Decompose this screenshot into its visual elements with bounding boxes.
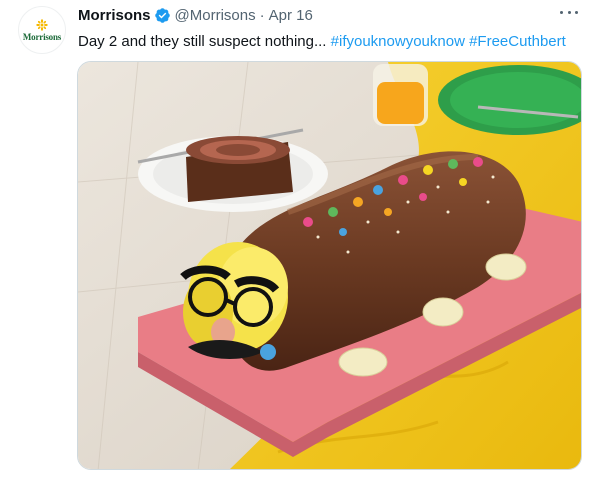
author-display-name[interactable]: Morrisons [78,7,151,24]
verified-badge-icon [154,8,170,23]
photo-illustration [78,62,581,469]
more-dot [567,10,571,14]
tweet-text: Day 2 and they still suspect nothing... … [78,32,566,52]
tweet-date[interactable]: Apr 16 [269,7,313,24]
more-dot [560,10,563,14]
hashtag-freecuthbert[interactable]: #FreeCuthbert [469,33,566,50]
tweet-header: Morrisons @Morrisons · Apr 16 [78,7,313,24]
tweet[interactable]: Morrisons Morrisons @Morrisons · Apr 16 … [0,0,594,481]
separator-dot: · [259,7,265,24]
author-handle[interactable]: @Morrisons [175,7,256,24]
tweet-text-main: Day 2 and they still suspect nothing... [78,33,331,50]
tweet-media-image[interactable] [77,61,582,470]
morrisons-logo-star-icon [36,18,48,31]
more-dot [575,10,578,14]
avatar-logo-text: Morrisons [22,31,62,42]
hashtag-ifyouknowyouknow[interactable]: #ifyouknowyouknow [331,33,465,50]
more-options-icon[interactable] [558,4,580,20]
avatar[interactable]: Morrisons [18,6,66,54]
